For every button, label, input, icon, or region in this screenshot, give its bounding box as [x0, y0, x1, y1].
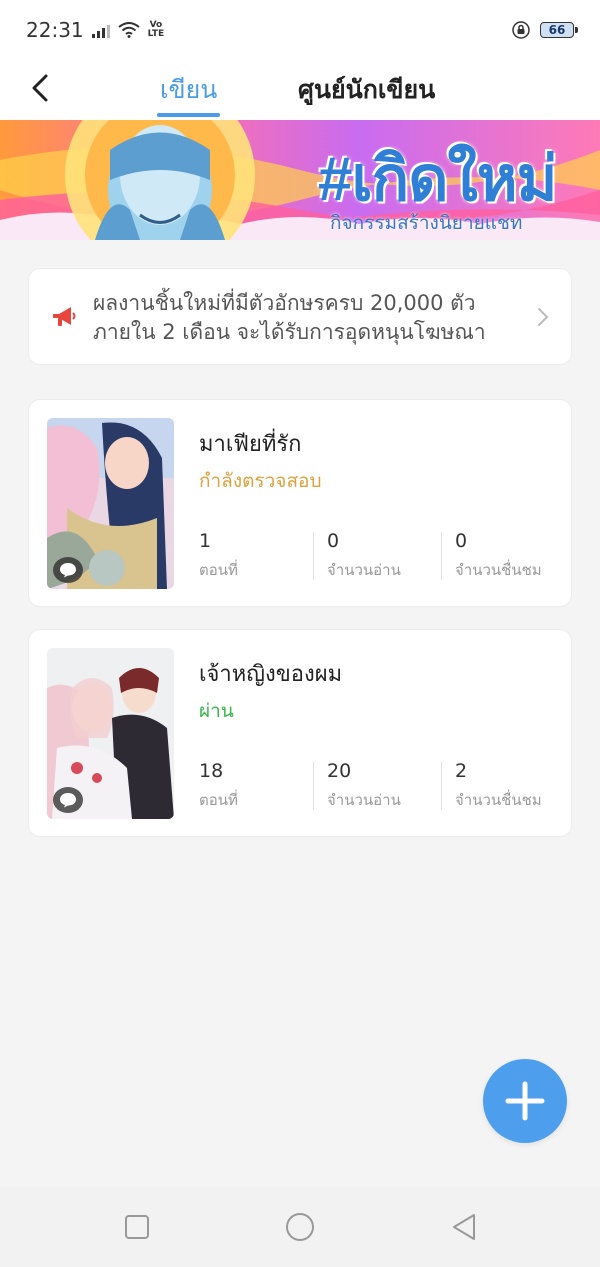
back-nav-button[interactable] [448, 1211, 480, 1243]
chat-bubble-icon [60, 563, 76, 578]
story-card[interactable]: เจ้าหญิงของผม ผ่าน 18 ตอนที่ 20 จำนวนอ่า… [28, 629, 572, 837]
story-cover [47, 648, 174, 819]
chat-bubble-icon [60, 793, 76, 808]
status-left: 22:31 Vo LTE [26, 18, 164, 42]
story-status: กำลังตรวจสอบ [199, 470, 322, 492]
tab-write[interactable]: เขียน [157, 68, 221, 117]
event-banner[interactable]: #เกิดใหม่ กิจกรรมสร้างนิยายแชท [0, 120, 600, 240]
wifi-icon [118, 22, 140, 38]
story-stats: 18 ตอนที่ 20 จำนวนอ่าน 2 จำนวนชื่นชม [199, 760, 559, 812]
story-title: เจ้าหญิงของผม [199, 662, 343, 687]
header: เขียน ศูนย์นักเขียน [0, 60, 600, 120]
stat-reads: 0 จำนวนอ่าน [327, 530, 401, 579]
volte-icon: Vo LTE [147, 20, 165, 39]
stat-episodes: 1 ตอนที่ [199, 530, 238, 579]
notice-text: ผลงานชิ้นใหม่ที่มีตัวอักษรครบ 20,000 ตัว… [93, 291, 486, 344]
tab-writer-center[interactable]: ศูนย์นักเขียน [298, 68, 435, 112]
active-tab-indicator [157, 113, 221, 117]
signal-icon [91, 22, 110, 38]
back-button[interactable] [20, 68, 60, 108]
chevron-left-icon [32, 74, 48, 102]
stat-divider [441, 532, 442, 580]
stat-divider [313, 762, 314, 810]
home-button[interactable] [284, 1211, 316, 1243]
status-bar: 22:31 Vo LTE 66 [0, 0, 600, 60]
add-story-button[interactable] [483, 1059, 567, 1143]
story-status: ผ่าน [199, 700, 234, 722]
chat-novel-badge [53, 557, 83, 583]
rotation-lock-icon [512, 21, 530, 39]
story-title: มาเฟียที่รัก [199, 432, 302, 457]
stat-reads: 20 จำนวนอ่าน [327, 760, 401, 809]
clock: 22:31 [26, 18, 84, 42]
stat-divider [313, 532, 314, 580]
stat-divider [441, 762, 442, 810]
stat-likes: 0 จำนวนชื่นชม [455, 530, 542, 579]
chat-novel-badge [53, 787, 83, 813]
plus-icon [505, 1081, 545, 1121]
banner-subtitle: กิจกรรมสร้างนิยายแชท [330, 212, 523, 234]
stat-episodes: 18 ตอนที่ [199, 760, 238, 809]
megaphone-icon [53, 307, 76, 326]
story-card[interactable]: มาเฟียที่รัก กำลังตรวจสอบ 1 ตอนที่ 0 จำน… [28, 399, 572, 607]
story-cover [47, 418, 174, 589]
recent-apps-button[interactable] [121, 1211, 153, 1243]
stat-likes: 2 จำนวนชื่นชม [455, 760, 542, 809]
chevron-right-icon [538, 308, 549, 326]
battery-icon: 66 [540, 22, 578, 38]
story-stats: 1 ตอนที่ 0 จำนวนอ่าน 0 จำนวนชื่นชม [199, 530, 559, 582]
system-nav-bar [0, 1187, 600, 1267]
notice-card[interactable]: ผลงานชิ้นใหม่ที่มีตัวอักษรครบ 20,000 ตัว… [28, 268, 572, 365]
status-right: 66 [512, 21, 578, 39]
